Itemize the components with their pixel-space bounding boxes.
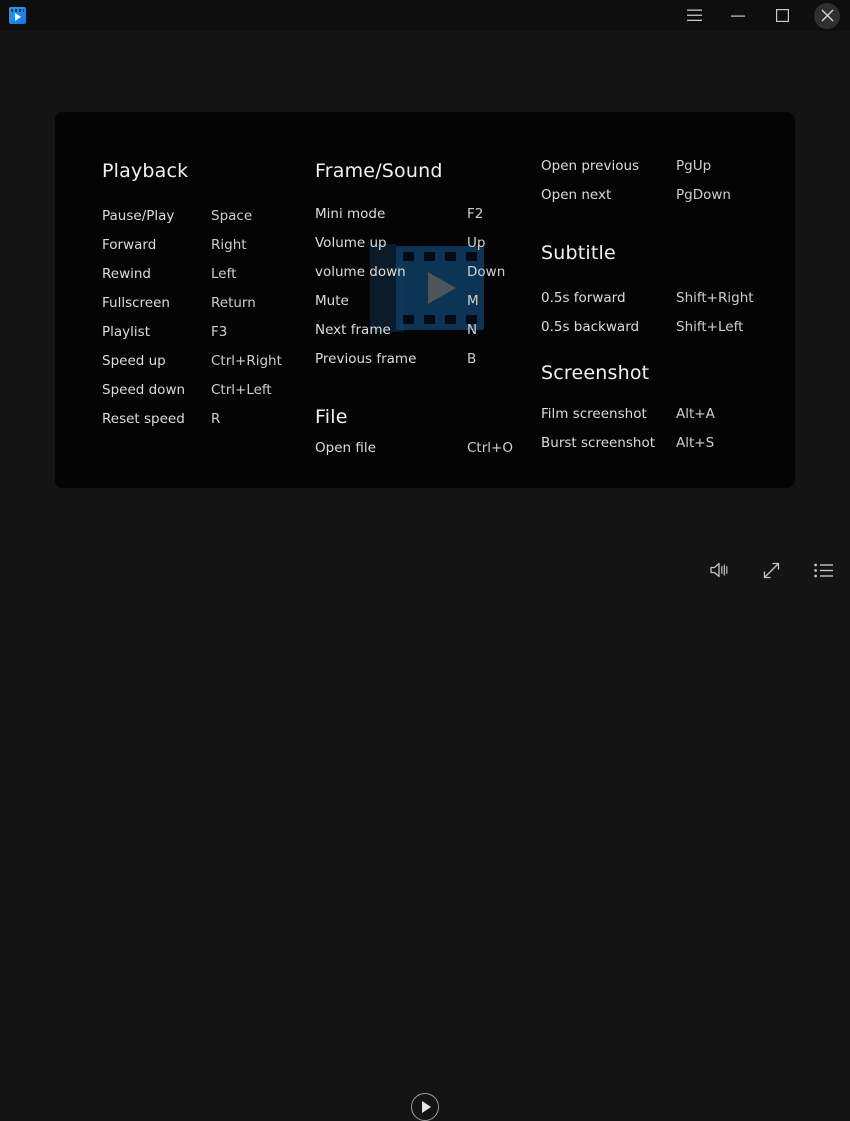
section-title-screenshot: Screenshot (541, 362, 649, 384)
volume-button[interactable] (708, 561, 730, 583)
shortcut-row: Open previous PgUp (541, 158, 639, 174)
shortcut-keys: Alt+S (676, 435, 714, 451)
shortcut-action: Speed down (102, 382, 185, 398)
shortcut-action: Fullscreen (102, 295, 170, 311)
close-button[interactable] (804, 0, 850, 31)
shortcut-keys: Left (211, 266, 236, 282)
shortcut-keys: Ctrl+Left (211, 382, 272, 398)
shortcut-action: Film screenshot (541, 406, 647, 422)
shortcut-keys: Shift+Right (676, 290, 754, 306)
minimize-icon (731, 10, 745, 22)
fullscreen-expand-icon (762, 561, 781, 584)
shortcut-row: Film screenshot Alt+A (541, 406, 647, 422)
titlebar (0, 0, 850, 31)
shortcut-row: Speed down Ctrl+Left (102, 382, 185, 398)
shortcut-action: Burst screenshot (541, 435, 655, 451)
shortcut-row: volume down Down (315, 264, 406, 280)
shortcut-keys: N (467, 322, 477, 338)
shortcut-action: 0.5s forward (541, 290, 626, 306)
shortcut-row: Fullscreen Return (102, 295, 170, 311)
shortcut-row: Rewind Left (102, 266, 151, 282)
video-player-logo-icon (9, 7, 26, 24)
shortcut-keys: Up (467, 235, 485, 251)
menu-button[interactable] (672, 0, 716, 31)
section-title-subtitle: Subtitle (541, 242, 616, 264)
maximize-button[interactable] (760, 0, 804, 31)
play-button[interactable] (411, 1093, 439, 1121)
section-title-file: File (315, 406, 348, 428)
shortcut-keys: PgUp (676, 158, 711, 174)
shortcut-keys: Shift+Left (676, 319, 743, 335)
maximize-icon (776, 9, 789, 22)
shortcut-column-playback: Playback Pause/Play Space Forward Right … (55, 112, 313, 488)
play-icon (422, 1101, 431, 1113)
shortcut-row: Previous frame B (315, 351, 416, 367)
shortcuts-panel: Playback Pause/Play Space Forward Right … (55, 112, 795, 488)
shortcut-action: volume down (315, 264, 406, 280)
right-control-group (708, 561, 834, 583)
shortcut-keys: PgDown (676, 187, 731, 203)
shortcut-keys: Right (211, 237, 247, 253)
shortcut-keys: Space (211, 208, 252, 224)
shortcut-action: Reset speed (102, 411, 185, 427)
shortcut-row: Reset speed R (102, 411, 185, 427)
shortcut-action: Pause/Play (102, 208, 174, 224)
hamburger-menu-icon (687, 9, 702, 22)
shortcut-row: Playlist F3 (102, 324, 150, 340)
volume-icon (708, 561, 730, 583)
close-icon (814, 3, 840, 29)
shortcut-column-frame-sound: Frame/Sound Mini mode F2 Volume up Up vo… (313, 112, 541, 488)
shortcut-keys: Down (467, 264, 505, 280)
shortcut-action: Playlist (102, 324, 150, 340)
shortcut-row: Volume up Up (315, 235, 387, 251)
shortcut-keys: B (467, 351, 476, 367)
shortcut-row: Open next PgDown (541, 187, 611, 203)
shortcut-row: Mini mode F2 (315, 206, 385, 222)
shortcut-row: Mute M (315, 293, 349, 309)
playlist-button[interactable] (812, 561, 834, 583)
shortcut-row: 0.5s backward Shift+Left (541, 319, 639, 335)
shortcut-action: Mini mode (315, 206, 385, 222)
shortcut-action: Open file (315, 440, 376, 456)
shortcut-keys: Return (211, 295, 256, 311)
shortcut-action: Previous frame (315, 351, 416, 367)
shortcut-action: Volume up (315, 235, 387, 251)
shortcut-row: Pause/Play Space (102, 208, 174, 224)
shortcut-column-file-subtitle-screenshot: Open previous PgUp Open next PgDown Subt… (541, 112, 795, 488)
shortcut-keys: Alt+A (676, 406, 715, 422)
shortcut-action: 0.5s backward (541, 319, 639, 335)
shortcut-keys: R (211, 411, 220, 427)
shortcut-row: Speed up Ctrl+Right (102, 353, 166, 369)
shortcut-row: Next frame N (315, 322, 391, 338)
shortcut-row: 0.5s forward Shift+Right (541, 290, 626, 306)
shortcut-row: Burst screenshot Alt+S (541, 435, 655, 451)
shortcut-keys: F2 (467, 206, 483, 222)
player-control-bar (0, 538, 850, 600)
shortcut-keys: Ctrl+O (467, 440, 513, 456)
playlist-icon (814, 563, 833, 582)
shortcut-action: Mute (315, 293, 349, 309)
shortcut-keys: F3 (211, 324, 227, 340)
shortcut-row: Forward Right (102, 237, 156, 253)
shortcut-columns: Playback Pause/Play Space Forward Right … (55, 112, 795, 488)
shortcut-action: Rewind (102, 266, 151, 282)
section-title-frame-sound: Frame/Sound (315, 160, 443, 182)
shortcut-action: Open previous (541, 158, 639, 174)
shortcut-row: Open file Ctrl+O (315, 440, 376, 456)
fullscreen-button[interactable] (760, 561, 782, 583)
shortcut-action: Speed up (102, 353, 166, 369)
shortcut-keys: Ctrl+Right (211, 353, 282, 369)
minimize-button[interactable] (716, 0, 760, 31)
shortcut-action: Forward (102, 237, 156, 253)
shortcut-keys: M (467, 293, 479, 309)
shortcut-action: Open next (541, 187, 611, 203)
section-title-playback: Playback (102, 160, 188, 182)
shortcut-action: Next frame (315, 322, 391, 338)
